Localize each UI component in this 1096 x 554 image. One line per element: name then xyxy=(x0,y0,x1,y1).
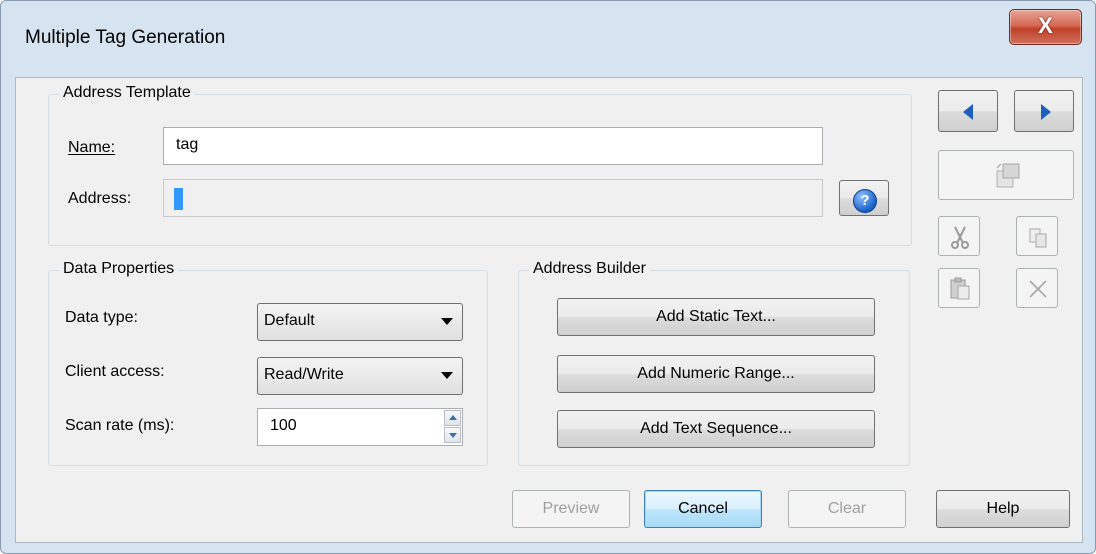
chevron-down-icon xyxy=(449,433,457,438)
add-text-sequence-button[interactable]: Add Text Sequence... xyxy=(557,410,875,448)
window-title: Multiple Tag Generation xyxy=(25,27,226,48)
text-caret xyxy=(174,188,183,210)
add-static-text-button[interactable]: Add Static Text... xyxy=(557,298,875,336)
insert-button[interactable] xyxy=(938,150,1074,200)
delete-button[interactable] xyxy=(1016,268,1058,308)
scan-rate-label: Scan rate (ms): xyxy=(65,417,175,434)
paste-icon xyxy=(950,277,970,300)
name-label: Name: xyxy=(68,139,116,156)
arrow-right-icon xyxy=(1041,104,1051,120)
add-numeric-range-button[interactable]: Add Numeric Range... xyxy=(557,355,875,393)
cancel-button[interactable]: Cancel xyxy=(644,490,762,528)
copy-icon xyxy=(1029,228,1047,248)
paste-button[interactable] xyxy=(938,268,980,308)
delete-icon xyxy=(1029,280,1047,298)
previous-button[interactable] xyxy=(938,90,998,132)
group-label: Data Properties xyxy=(59,260,179,278)
help-icon: ? xyxy=(853,189,877,213)
scan-rate-stepper[interactable]: 100 xyxy=(257,408,463,446)
close-icon: X xyxy=(1038,13,1053,38)
chevron-up-icon xyxy=(449,415,457,420)
chevron-down-icon xyxy=(441,372,453,379)
cancel-label: Cancel xyxy=(678,500,728,517)
address-builder-group: Address Builder Add Static Text... Add N… xyxy=(518,260,910,466)
name-input-value: tag xyxy=(176,136,199,153)
data-type-value: Default xyxy=(264,312,315,329)
data-properties-group: Data Properties Data type: Default Clien… xyxy=(48,260,488,466)
address-template-group: Address Template Name: tag Address: ? xyxy=(48,84,912,246)
preview-label: Preview xyxy=(542,500,600,517)
cut-icon xyxy=(951,226,969,249)
address-help-button[interactable]: ? xyxy=(839,180,889,216)
dialog-window: Multiple Tag Generation X Address Templa… xyxy=(0,0,1096,554)
close-button[interactable]: X xyxy=(1009,9,1082,45)
data-type-label: Data type: xyxy=(65,309,138,326)
dialog-client-area: Address Template Name: tag Address: ? Da… xyxy=(15,77,1083,543)
next-button[interactable] xyxy=(1014,90,1074,132)
help-button[interactable]: Help xyxy=(936,490,1070,528)
spin-up-button[interactable] xyxy=(444,410,461,426)
name-input[interactable]: tag xyxy=(163,127,823,165)
client-access-label: Client access: xyxy=(65,363,165,380)
group-label: Address Template xyxy=(59,84,195,102)
address-input[interactable] xyxy=(163,179,823,217)
client-access-select[interactable]: Read/Write xyxy=(257,357,463,395)
cut-button[interactable] xyxy=(938,216,980,256)
arrow-left-icon xyxy=(963,104,973,120)
client-access-value: Read/Write xyxy=(264,366,344,383)
data-type-select[interactable]: Default xyxy=(257,303,463,341)
scan-rate-value: 100 xyxy=(270,417,297,434)
clear-label: Clear xyxy=(827,500,867,517)
chevron-down-icon xyxy=(441,318,453,325)
address-label: Address: xyxy=(68,190,132,207)
preview-button[interactable]: Preview xyxy=(512,490,630,528)
insert-icon xyxy=(996,163,1020,188)
clear-button[interactable]: Clear xyxy=(788,490,906,528)
spin-down-button[interactable] xyxy=(444,427,461,443)
copy-button[interactable] xyxy=(1016,216,1058,256)
help-label: Help xyxy=(986,500,1020,517)
group-label: Address Builder xyxy=(529,260,650,278)
title-bar[interactable]: Multiple Tag Generation X xyxy=(1,1,1095,77)
